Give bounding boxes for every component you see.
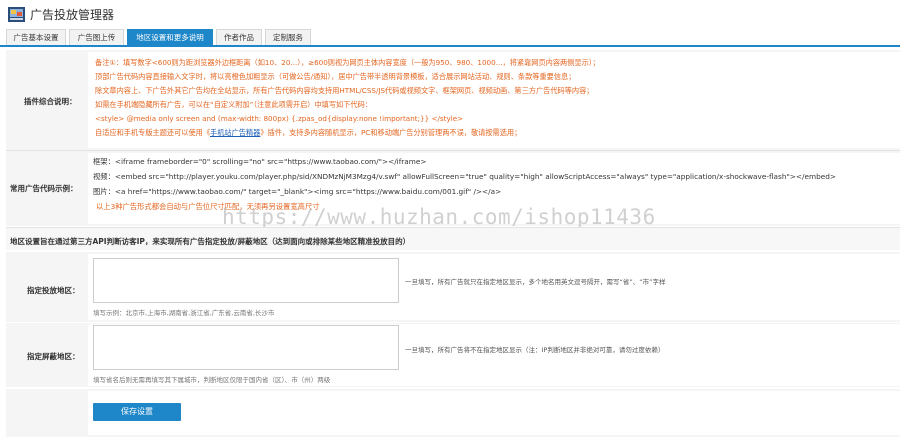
tab-basic-settings[interactable]: 广告基本设置 [6, 29, 66, 45]
tab-region-settings[interactable]: 地区设置和更多说明 [127, 29, 213, 45]
example-video: 视频：<embed src="http://player.youku.com/p… [93, 172, 836, 181]
target-region-hint: 一旦填写，所有广告就只在指定地区显示，多个地名用英文逗号隔开，需写“省”、“市”… [405, 278, 666, 286]
app-logo-icon [8, 7, 25, 22]
tab-custom-service[interactable]: 定制服务 [265, 29, 311, 45]
target-region-example: 填写示例：北京市,上海市,湖南省,浙江省,广东省,云南省,长沙市 [93, 309, 275, 317]
tab-underline [0, 45, 900, 47]
tab-author-works[interactable]: 作者作品 [216, 29, 262, 45]
plugin-notes-label: 插件综合说明： [24, 97, 77, 106]
note-line-3: 除文章内容上、下广告外其它广告均在全站显示，所有广告代码内容均支持用HTML/C… [95, 86, 594, 95]
target-region-label: 指定投放地区： [27, 286, 80, 295]
app-title: 广告投放管理器 [30, 8, 115, 22]
region-heading: 地区设置旨在通过第三方API判断访客IP，来实现所有广告指定投放/屏蔽地区（达到… [10, 237, 411, 246]
note-line-4: 如需在手机端隐藏所有广告，可以在“自定义附加”（注意此项需开启）中填写如下代码： [95, 100, 372, 109]
note-line-2: 顶部广告代码内容直接输入文字时，将以亮橙色加粗显示（可做公告/通知），居中广告带… [95, 72, 576, 81]
block-region-example: 填写省名后则无需再填写其下属城市，判断地区仅限于国内省（区）、市（州）两级 [93, 376, 331, 384]
target-region-input[interactable] [93, 258, 399, 303]
tab-image-upload[interactable]: 广告图上传 [69, 29, 124, 45]
watermark-text: https://www.huzhan.com/ishop11436 [222, 205, 656, 229]
app-header: 广告投放管理器 [0, 0, 900, 28]
example-frame: 框架：<iframe frameborder="0" scrolling="no… [93, 157, 427, 166]
note-line-5: <style> @media only screen and (max-widt… [95, 114, 464, 123]
block-region-label: 指定屏蔽地区： [27, 352, 80, 361]
code-examples-label: 常用广告代码示例： [10, 184, 78, 193]
mobile-ad-plugin-link[interactable]: 手机站广告精器 [210, 128, 260, 137]
note-line-1: 备注①：填写数字<600则为距浏览器外边框距离（如10、20...），≥600则… [95, 58, 600, 67]
block-region-input[interactable] [93, 325, 399, 370]
save-button[interactable]: 保存设置 [93, 403, 181, 421]
block-region-hint: 一旦填写，所有广告将不在指定地区显示（注：IP判断地区并非绝对可靠，请勿过度依赖… [405, 346, 665, 354]
note-line-6: 自适应和手机专版主题还可以使用《手机站广告精器》插件，支持多内容随机显示，PC和… [95, 128, 522, 137]
save-cell [88, 391, 900, 435]
example-image: 图片：<a href="https://www.taobao.com/" tar… [93, 187, 502, 196]
